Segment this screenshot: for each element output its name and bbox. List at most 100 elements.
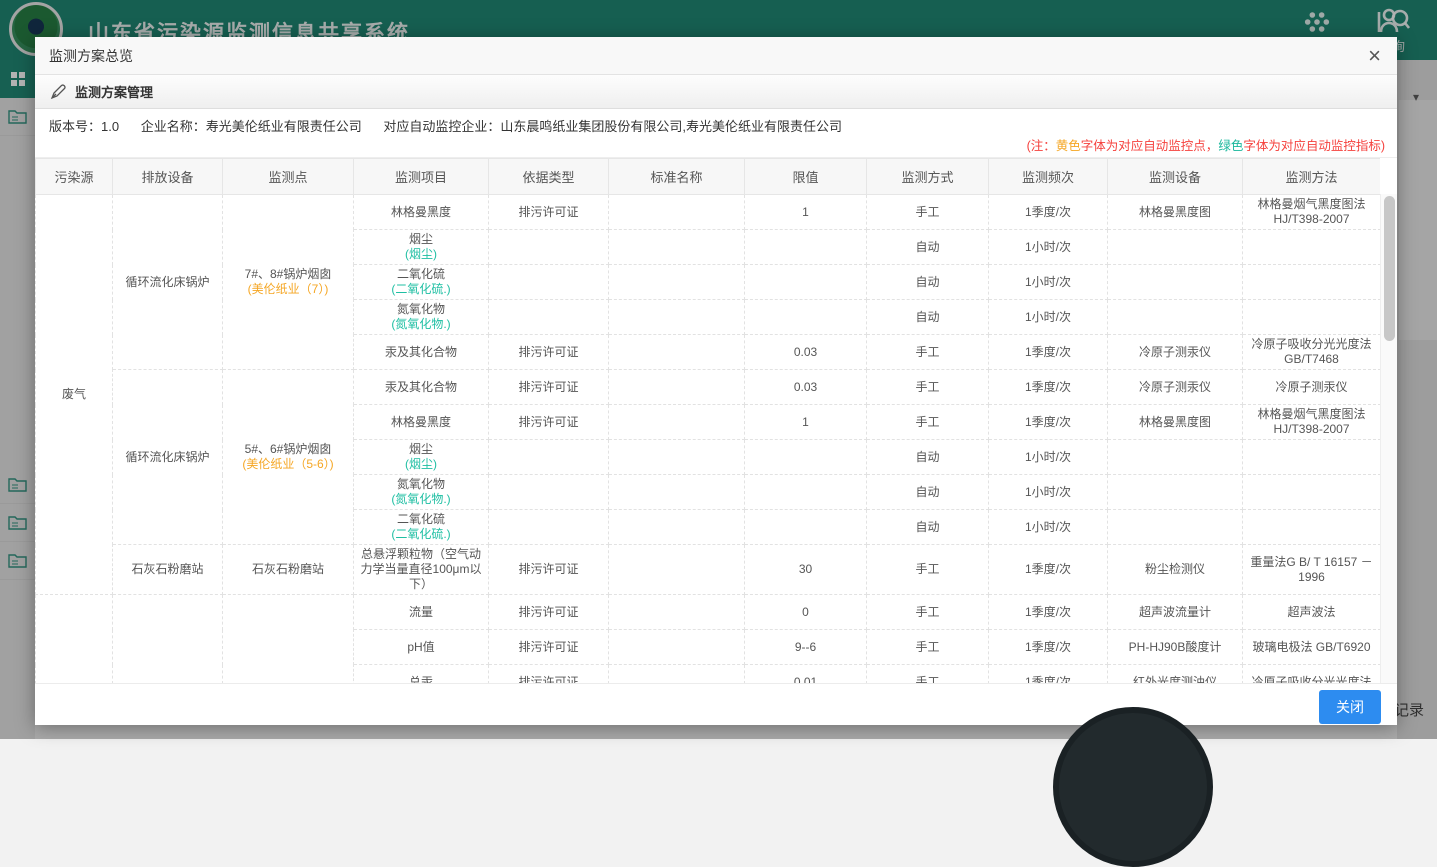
cell-monitoring-method [1243,440,1381,475]
close-button[interactable]: 关闭 [1319,690,1381,724]
plan-info-line: 版本号：1.0 企业名称：寿光美伦纸业有限责任公司 对应自动监控企业：山东晨鸣纸… [49,116,860,135]
cell-monitoring-item: 汞及其化合物 [354,335,489,370]
cell-monitoring-frequency: 1季度/次 [989,370,1108,405]
note-prefix: (注： [1027,139,1056,153]
cell-basis-type [489,510,609,545]
column-header: 监测方式 [867,159,989,195]
cell-monitoring-equipment: PH-HJ90B酸度计 [1108,630,1243,665]
cell-monitoring-item: 二氧化硫(二氧化硫.) [354,510,489,545]
cell-basis-type [489,230,609,265]
cell-monitoring-frequency: 1季度/次 [989,545,1108,595]
table-row: 循环流化床锅炉5#、6#锅炉烟囱(美伦纸业（5-6）)汞及其化合物排污许可证0.… [36,370,1381,405]
cell-monitoring-item: 林格曼黑度 [354,195,489,230]
cell-basis-type: 排污许可证 [489,630,609,665]
cell-standard-name [609,370,745,405]
cell-monitoring-point [223,595,354,685]
modal-title: 监测方案总览 [49,48,133,64]
cell-basis-type: 排污许可证 [489,195,609,230]
cell-monitoring-mode: 自动 [867,230,989,265]
plan-table-body: 废气循环流化床锅炉7#、8#锅炉烟囱(美伦纸业（7）)林格曼黑度排污许可证1手工… [36,195,1381,685]
cell-monitoring-mode: 自动 [867,510,989,545]
cell-limit [745,265,867,300]
cell-monitoring-mode: 手工 [867,665,989,685]
cell-monitoring-equipment: 冷原子测汞仪 [1108,335,1243,370]
cell-monitoring-item: 氮氧化物(氮氧化物.) [354,300,489,335]
cell-monitoring-frequency: 1小时/次 [989,510,1108,545]
note-yellow: 黄色 [1056,139,1081,153]
cell-monitoring-method [1243,300,1381,335]
cell-monitoring-mode: 手工 [867,195,989,230]
cell-emission-device: 循环流化床锅炉 [113,195,223,370]
cell-monitoring-mode: 手工 [867,545,989,595]
cell-monitoring-method [1243,230,1381,265]
note-suffix: 字体为对应自动监控指标) [1243,139,1385,153]
table-scrollbar[interactable] [1380,194,1397,683]
modal-footer: 关闭 [35,683,1397,725]
cell-basis-type [489,475,609,510]
cell-monitoring-method: 玻璃电极法 GB/T6920 [1243,630,1381,665]
cell-basis-type: 排污许可证 [489,665,609,685]
cell-standard-name [609,300,745,335]
table-header-row: 污染源排放设备监测点监测项目依据类型标准名称限值监测方式监测频次监测设备监测方法 [36,159,1381,195]
section-title: 监测方案管理 [75,82,153,101]
scrollbar-thumb[interactable] [1384,196,1395,341]
cell-limit: 0 [745,595,867,630]
cell-pollutant-source [36,595,113,685]
cell-limit [745,510,867,545]
cell-monitoring-frequency: 1小时/次 [989,300,1108,335]
column-header: 标准名称 [609,159,745,195]
cell-standard-name [609,545,745,595]
cell-monitoring-method [1243,510,1381,545]
cell-monitoring-frequency: 1季度/次 [989,595,1108,630]
cell-monitoring-frequency: 1小时/次 [989,440,1108,475]
cell-monitoring-equipment: 超声波流量计 [1108,595,1243,630]
cell-monitoring-frequency: 1季度/次 [989,630,1108,665]
cell-basis-type: 排污许可证 [489,370,609,405]
cell-monitoring-item: 烟尘(烟尘) [354,440,489,475]
close-icon[interactable]: × [1368,44,1381,68]
column-header: 污染源 [36,159,113,195]
company-text: 企业名称：寿光美伦纸业有限责任公司 [141,119,362,134]
cell-monitoring-item: 流量 [354,595,489,630]
cell-monitoring-mode: 自动 [867,475,989,510]
cell-monitoring-mode: 自动 [867,265,989,300]
cell-basis-type: 排污许可证 [489,595,609,630]
cell-monitoring-mode: 自动 [867,300,989,335]
cell-limit: 1 [745,405,867,440]
cell-emission-device [113,595,223,685]
cell-monitoring-mode: 手工 [867,370,989,405]
cell-monitoring-equipment [1108,265,1243,300]
cell-limit: 1 [745,195,867,230]
cell-monitoring-mode: 手工 [867,405,989,440]
cell-monitoring-equipment [1108,475,1243,510]
cell-monitoring-equipment [1108,440,1243,475]
cell-limit [745,475,867,510]
cell-monitoring-mode: 手工 [867,630,989,665]
note-green: 绿色 [1218,139,1243,153]
note-mid: 字体为对应自动监控点， [1081,139,1219,153]
column-header: 排放设备 [113,159,223,195]
cell-emission-device: 石灰石粉磨站 [113,545,223,595]
pen-icon [50,84,66,100]
cell-monitoring-equipment: 粉尘检测仪 [1108,545,1243,595]
cell-monitoring-method: 冷原子测汞仪 [1243,370,1381,405]
cell-monitoring-equipment: 林格曼黑度图 [1108,195,1243,230]
cell-monitoring-item: 总悬浮颗粒物（空气动力学当量直径100μm以下） [354,545,489,595]
cell-monitoring-method: 重量法G B/ T 16157 － 1996 [1243,545,1381,595]
cell-monitoring-method: 林格曼烟气黑度图法HJ/T398-2007 [1243,405,1381,440]
monitoring-plan-table: 污染源排放设备监测点监测项目依据类型标准名称限值监测方式监测频次监测设备监测方法… [35,158,1380,684]
cell-standard-name [609,475,745,510]
cell-limit: 0.03 [745,335,867,370]
cell-limit [745,300,867,335]
cell-emission-device: 循环流化床锅炉 [113,370,223,545]
cell-monitoring-frequency: 1季度/次 [989,665,1108,685]
cell-standard-name [609,595,745,630]
column-header: 监测方法 [1243,159,1381,195]
cell-monitoring-item: 汞及其化合物 [354,370,489,405]
cell-monitoring-point: 5#、6#锅炉烟囱(美伦纸业（5-6）) [223,370,354,545]
cell-standard-name [609,335,745,370]
cell-standard-name [609,405,745,440]
cell-monitoring-point: 石灰石粉磨站 [223,545,354,595]
cell-basis-type: 排污许可证 [489,405,609,440]
cell-standard-name [609,195,745,230]
